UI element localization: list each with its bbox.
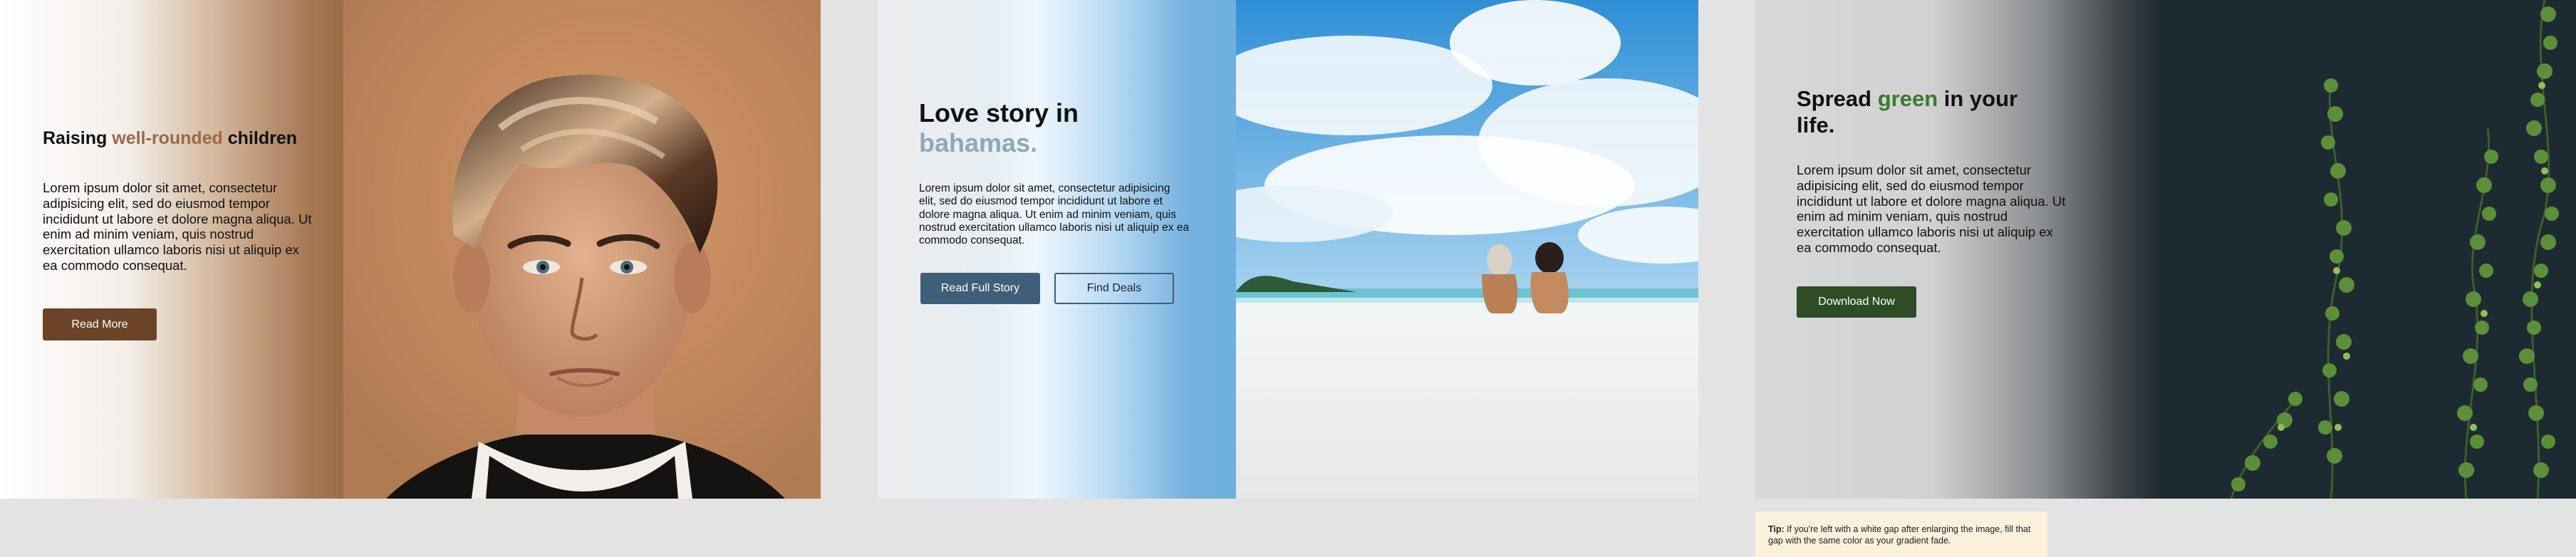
panel-body-text: Lorem ipsum dolor sit amet, consectetur … — [1797, 162, 2066, 256]
read-more-button[interactable]: Read More — [43, 308, 157, 340]
read-full-story-button[interactable]: Read Full Story — [920, 273, 1040, 304]
panel-heading: Spread green in your life. — [1797, 86, 2018, 138]
panel-body-text: Lorem ipsum dolor sit amet, consectetur … — [43, 180, 312, 274]
download-now-button[interactable]: Download Now — [1797, 286, 1916, 318]
find-deals-button[interactable]: Find Deals — [1054, 273, 1174, 304]
tip-text: If you're left with a white gap after en… — [1768, 524, 2031, 546]
beach-photo — [1236, 0, 1698, 499]
hero-panel-bahamas: Love story in bahamas. Lorem ipsum dolor… — [878, 0, 1698, 499]
ivy-wall-photo — [2160, 0, 2576, 499]
heading-accent: well-rounded — [112, 128, 223, 148]
panel-heading: Love story in bahamas. — [919, 98, 1218, 158]
hero-panel-green: Spread green in your life. Lorem ipsum d… — [1755, 0, 2576, 499]
portrait-photo — [343, 0, 821, 499]
panel-heading: Raising well-rounded children — [43, 128, 297, 148]
hero-panel-children: Raising well-rounded children Lorem ipsu… — [0, 0, 821, 499]
tip-note: Tip: If you're left with a white gap aft… — [1755, 511, 2047, 557]
tip-label: Tip: — [1768, 524, 1785, 534]
heading-accent: bahamas. — [919, 128, 1038, 158]
heading-accent: green — [1877, 86, 1938, 111]
panel-body-text: Lorem ipsum dolor sit amet, consectetur … — [919, 182, 1190, 247]
